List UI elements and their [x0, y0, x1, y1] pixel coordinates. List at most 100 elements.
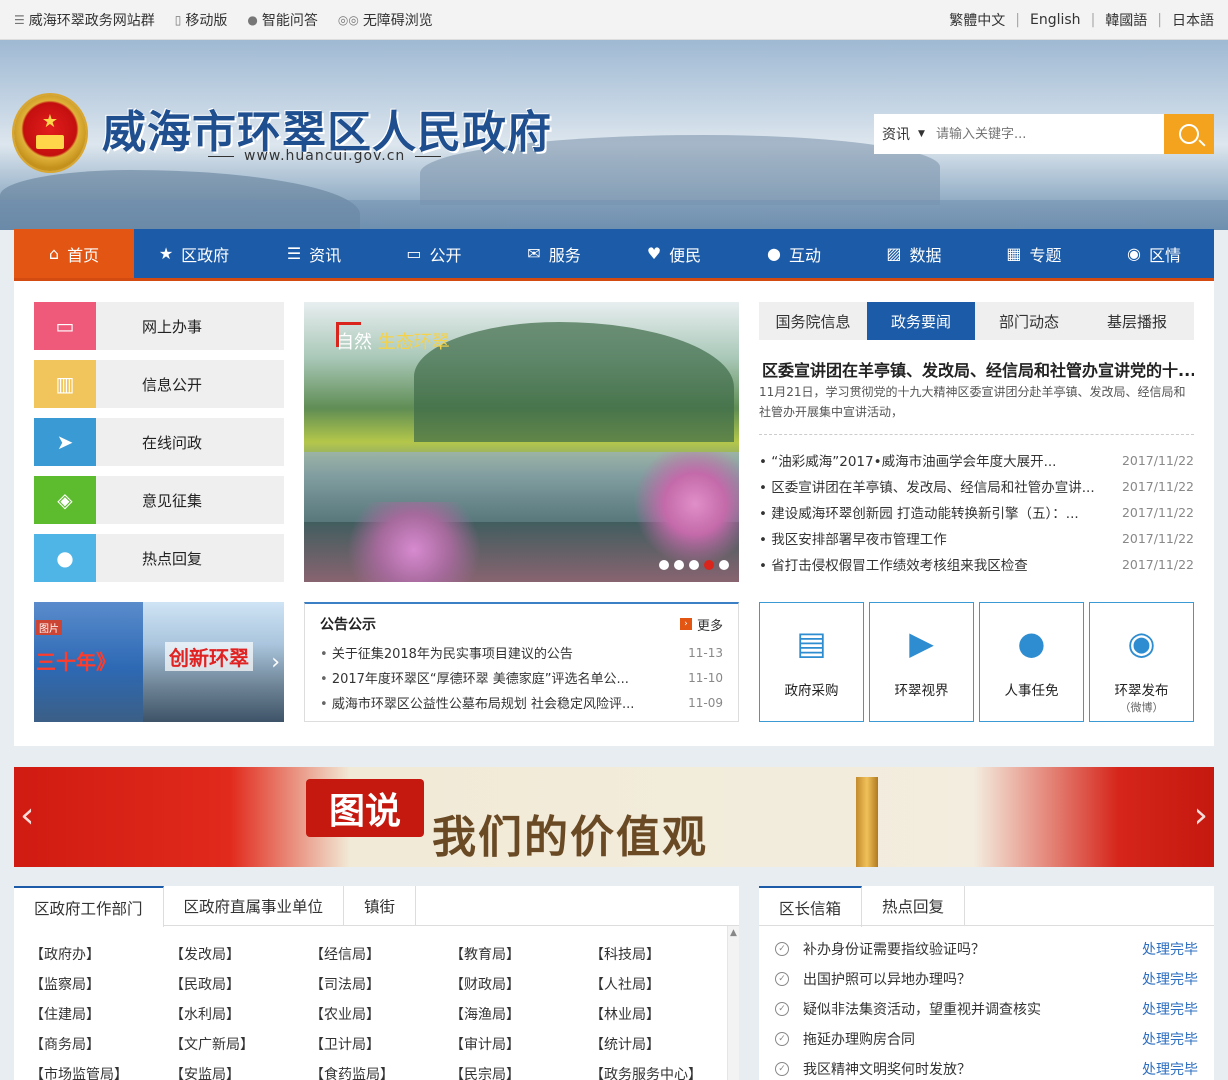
search-button[interactable] — [1164, 114, 1214, 154]
carousel-dot[interactable] — [659, 560, 669, 570]
photo-carousel[interactable]: 自然 生态环翠 — [304, 302, 739, 582]
tab-government-news[interactable]: 政务要闻 — [867, 302, 975, 340]
department-link[interactable]: 【卫计局】 — [310, 1034, 450, 1054]
department-link[interactable]: 【统计局】 — [590, 1034, 730, 1054]
nav-data[interactable]: ▨ 数据 — [854, 229, 974, 278]
scroll-up-icon[interactable]: ▲ — [728, 928, 739, 938]
department-link[interactable]: 【发改局】 — [170, 944, 310, 964]
more-link[interactable]: › 更多 — [679, 615, 723, 634]
quick-link-video[interactable]: ▶ 环翠视界 — [869, 602, 974, 722]
department-link[interactable]: 【审计局】 — [450, 1034, 590, 1054]
tab-towns-streets[interactable]: 镇街 — [344, 886, 417, 925]
check-circle-icon: ✓ — [775, 1032, 789, 1046]
search-input[interactable] — [936, 115, 1164, 153]
carousel-dot[interactable] — [674, 560, 684, 570]
lang-traditional[interactable]: 繁體中文 — [949, 10, 1005, 30]
service-opinion-collection[interactable]: ◈ 意见征集 — [34, 476, 284, 524]
smart-qa-link[interactable]: ● 智能问答 — [247, 10, 317, 30]
document-add-icon: ▤ — [796, 624, 827, 662]
department-link[interactable]: 【政务服务中心】 — [590, 1064, 730, 1080]
nav-public[interactable]: ▭ 公开 — [374, 229, 494, 278]
site-group-link[interactable]: ☰ 威海环翠政务网站群 — [14, 10, 155, 30]
nav-service[interactable]: ✉ 服务 — [494, 229, 614, 278]
news-item[interactable]: “油彩威海”2017•威海市油画学会年度大展开...2017/11/22 — [759, 447, 1194, 473]
department-link[interactable]: 【监察局】 — [30, 974, 170, 994]
department-link[interactable]: 【市场监管局】 — [30, 1064, 170, 1080]
notice-item[interactable]: 2017年度环翠区“厚德环翠 美德家庭”评选名单公...11-10 — [320, 665, 723, 690]
scrollbar[interactable]: ▲ — [727, 926, 739, 1080]
quick-link-personnel[interactable]: ● 人事任免 — [979, 602, 1084, 722]
main-nav: ⌂ 首页 ★ 区政府 ☰ 资讯 ▭ 公开 ✉ 服务 ♥ 便民 ● 互动 ▨ 数据 ▦ 专题 ◉ 区情 — [14, 229, 1214, 281]
department-link[interactable]: 【水利局】 — [170, 1004, 310, 1024]
mobile-version-link[interactable]: ▯ 移动版 — [175, 10, 228, 30]
quick-link-weibo[interactable]: ◉ 环翠发布 （微博） — [1089, 602, 1194, 722]
department-link[interactable]: 【住建局】 — [30, 1004, 170, 1024]
national-emblem-logo[interactable]: ★ — [14, 95, 86, 171]
carousel-dot-active[interactable] — [704, 560, 714, 570]
promo-image-left[interactable]: 图片 三十年》 — [34, 602, 143, 722]
department-link[interactable]: 【民政局】 — [170, 974, 310, 994]
department-link[interactable]: 【科技局】 — [590, 944, 730, 964]
nav-district-info[interactable]: ◉ 区情 — [1094, 229, 1214, 278]
mailbox-item[interactable]: ✓ 疑似非法集资活动，望重视并调查核实 处理完毕 — [775, 994, 1198, 1024]
nav-government[interactable]: ★ 区政府 — [134, 229, 254, 278]
news-item[interactable]: 区委宣讲团在羊亭镇、发改局、经信局和社管办宣讲...2017/11/22 — [759, 473, 1194, 499]
chevron-right-icon[interactable]: › — [271, 650, 280, 675]
department-link[interactable]: 【海渔局】 — [450, 1004, 590, 1024]
nav-home[interactable]: ⌂ 首页 — [14, 229, 134, 278]
tab-public-institutions[interactable]: 区政府直属事业单位 — [164, 886, 345, 925]
promo-image-right[interactable]: 创新环翠 › — [143, 602, 284, 722]
promo-slider[interactable]: 图片 三十年》 创新环翠 › — [34, 602, 284, 722]
news-item[interactable]: 省打击侵权假冒工作绩效考核组来我区检查2017/11/22 — [759, 551, 1194, 577]
department-link[interactable]: 【食药监局】 — [310, 1064, 450, 1080]
mailbox-item[interactable]: ✓ 拖延办理购房合同 处理完毕 — [775, 1024, 1198, 1054]
department-link[interactable]: 【商务局】 — [30, 1034, 170, 1054]
mailbox-item[interactable]: ✓ 出国护照可以异地办理吗？ 处理完毕 — [775, 964, 1198, 994]
lang-korean[interactable]: 韓國語 — [1105, 10, 1147, 30]
department-link[interactable]: 【农业局】 — [310, 1004, 450, 1024]
notice-item[interactable]: 威海市环翠区公益性公墓布局规划 社会稳定风险评...11-09 — [320, 690, 723, 715]
mailbox-item[interactable]: ✓ 补办身份证需要指纹验证吗？ 处理完毕 — [775, 934, 1198, 964]
nav-news[interactable]: ☰ 资讯 — [254, 229, 374, 278]
quick-link-procurement[interactable]: ▤ 政府采购 — [759, 602, 864, 722]
news-headline[interactable]: 区委宣讲团在羊亭镇、发改局、经信局和社管办宣讲党的十... — [762, 357, 1194, 381]
carousel-flowers-left — [324, 502, 504, 582]
department-link[interactable]: 【人社局】 — [590, 974, 730, 994]
notice-item[interactable]: 关于征集2018年为民实事项目建议的公告11-13 — [320, 640, 723, 665]
news-item[interactable]: 建设威海环翠创新园 打造动能转换新引擎（五）：...2017/11/22 — [759, 499, 1194, 525]
chevron-right-icon[interactable]: › — [1194, 795, 1208, 836]
tab-mayor-mailbox[interactable]: 区长信箱 — [759, 886, 863, 927]
department-link[interactable]: 【经信局】 — [310, 944, 450, 964]
carousel-dot[interactable] — [689, 560, 699, 570]
department-link[interactable]: 【教育局】 — [450, 944, 590, 964]
department-link[interactable]: 【司法局】 — [310, 974, 450, 994]
department-link[interactable]: 【民宗局】 — [450, 1064, 590, 1080]
lang-japanese[interactable]: 日本語 — [1172, 10, 1214, 30]
nav-convenience[interactable]: ♥ 便民 — [614, 229, 734, 278]
service-info-disclosure[interactable]: ▥ 信息公开 — [34, 360, 284, 408]
video-camera-icon: ▶ — [909, 624, 934, 662]
values-banner[interactable]: ‹ 图说 我们的价值观 › — [14, 767, 1214, 867]
accessibility-link[interactable]: ◎◎ 无障碍浏览 — [338, 10, 433, 30]
tab-grassroots-news[interactable]: 基层播报 — [1083, 302, 1191, 340]
news-item[interactable]: 我区安排部署早夜市管理工作2017/11/22 — [759, 525, 1194, 551]
department-link[interactable]: 【财政局】 — [450, 974, 590, 994]
department-link[interactable]: 【安监局】 — [170, 1064, 310, 1080]
service-online-inquiry[interactable]: ➤ 在线问政 — [34, 418, 284, 466]
service-online-affairs[interactable]: ▭ 网上办事 — [34, 302, 284, 350]
mailbox-item[interactable]: ✓ 我区精神文明奖何时发放？ 处理完毕 — [775, 1054, 1198, 1080]
service-hot-replies[interactable]: ● 热点回复 — [34, 534, 284, 582]
tab-state-council[interactable]: 国务院信息 — [759, 302, 867, 340]
search-category-select[interactable]: 资讯 ▼ — [874, 124, 936, 144]
tab-hot-replies[interactable]: 热点回复 — [862, 886, 966, 925]
department-link[interactable]: 【政府办】 — [30, 944, 170, 964]
tab-department-news[interactable]: 部门动态 — [975, 302, 1083, 340]
nav-topics[interactable]: ▦ 专题 — [974, 229, 1094, 278]
department-link[interactable]: 【林业局】 — [590, 1004, 730, 1024]
carousel-dot[interactable] — [719, 560, 729, 570]
tab-work-departments[interactable]: 区政府工作部门 — [14, 886, 164, 927]
chevron-left-icon[interactable]: ‹ — [20, 795, 34, 836]
department-link[interactable]: 【文广新局】 — [170, 1034, 310, 1054]
nav-interaction[interactable]: ● 互动 — [734, 229, 854, 278]
lang-english[interactable]: English — [1030, 12, 1081, 28]
